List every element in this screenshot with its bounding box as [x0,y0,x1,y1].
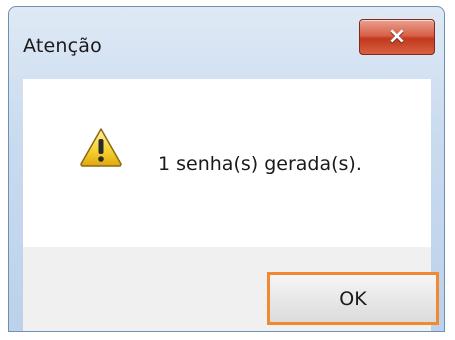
close-icon: × [387,24,407,49]
message-text: 1 senha(s) gerada(s). [158,153,362,175]
button-area: OK [23,247,439,331]
title-bar: Atenção × [9,7,444,79]
ok-button[interactable]: OK [267,272,439,325]
close-button[interactable]: × [359,19,435,55]
dialog-window: Atenção × 1 senha(s) gerada(s). OK [8,6,445,332]
message-area: 1 senha(s) gerada(s). [23,79,431,247]
dialog-title: Atenção [23,35,102,57]
warning-icon [80,128,122,167]
